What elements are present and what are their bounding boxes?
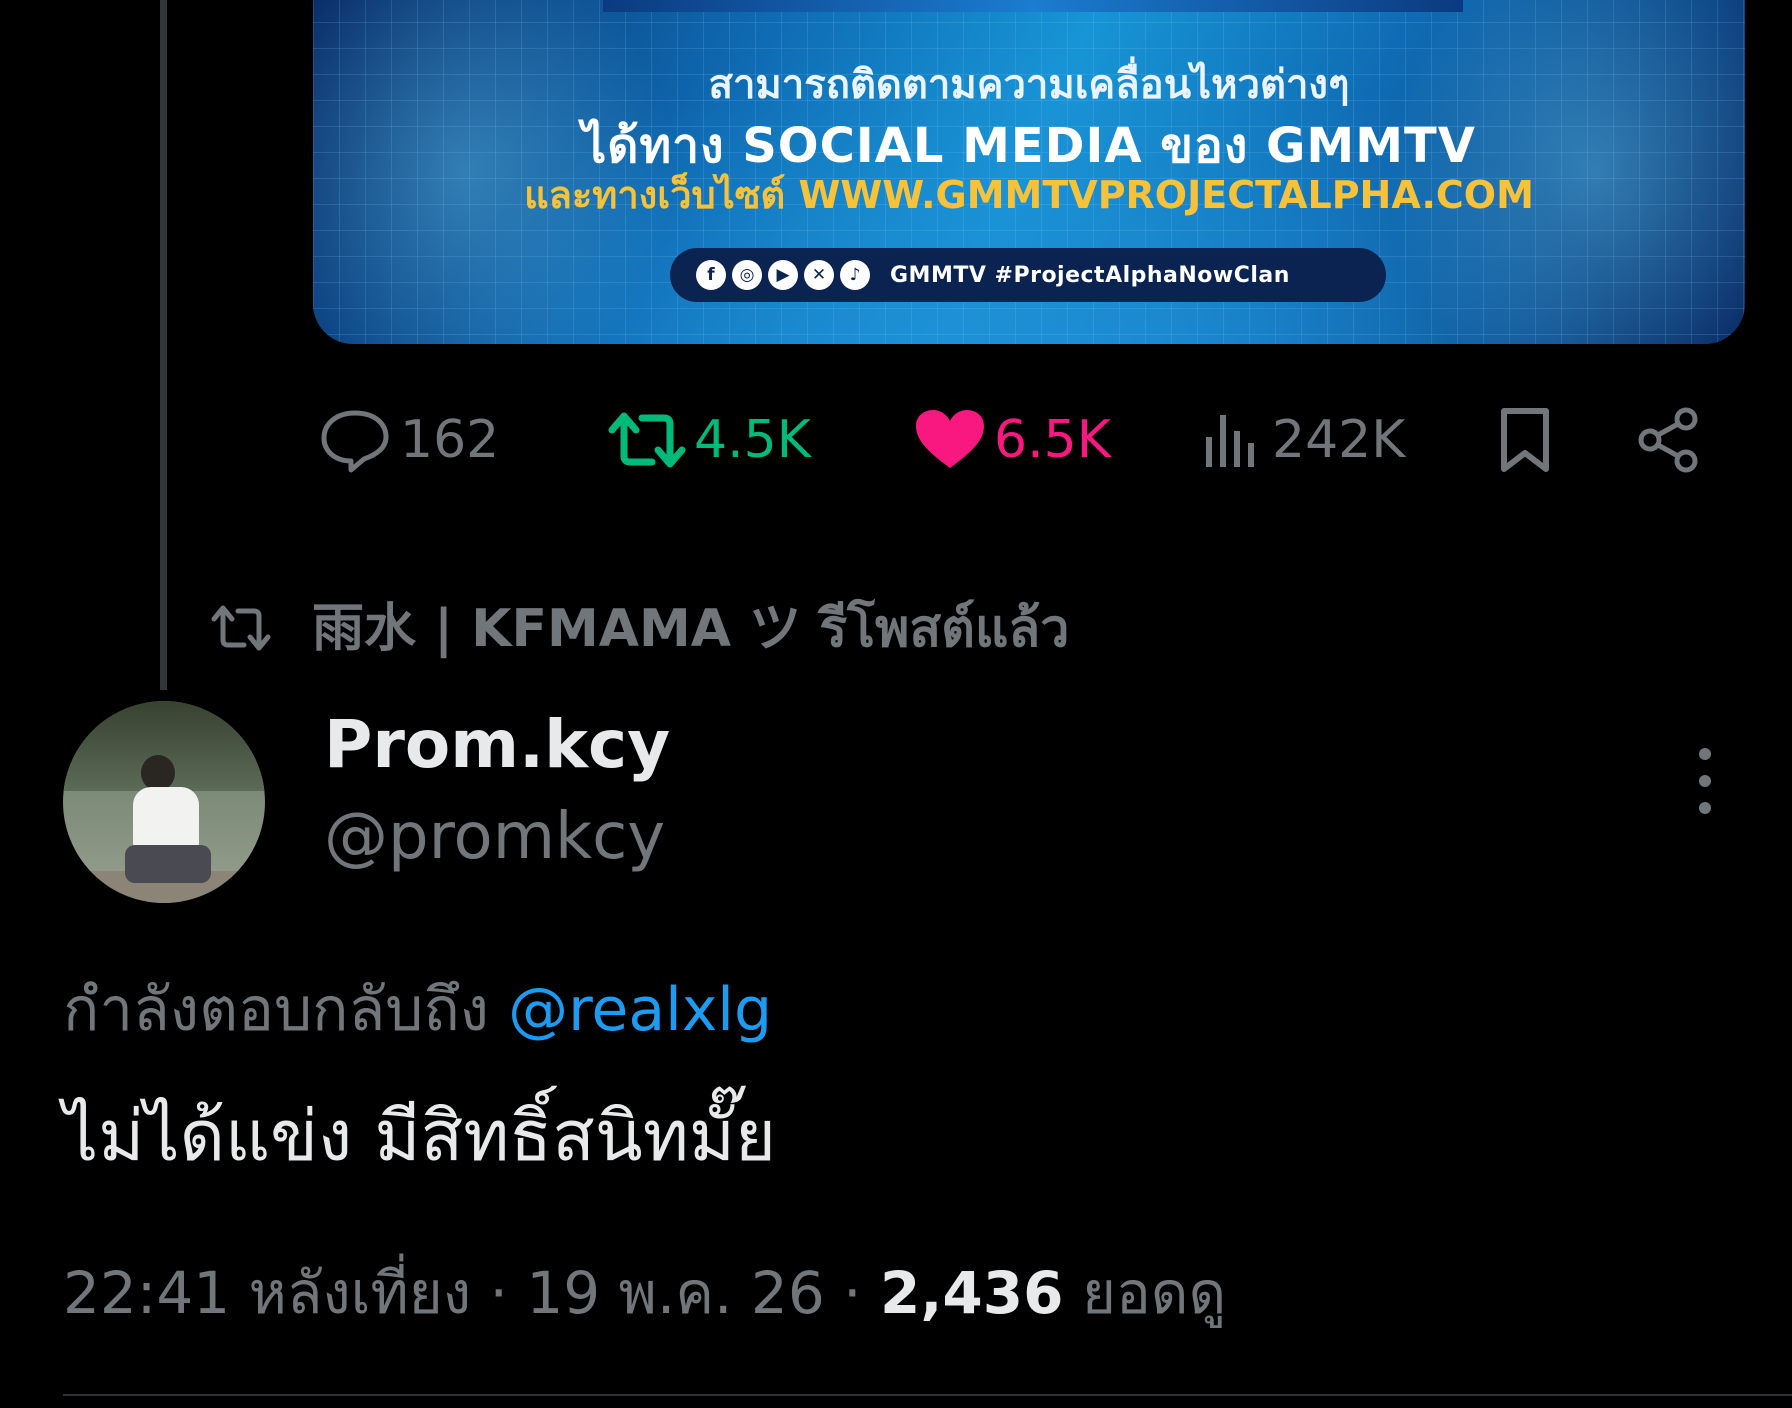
more-dot [1699,748,1711,760]
divider [63,1394,1792,1396]
tweet-view-label: ยอดดู [1081,1259,1227,1327]
views-count: 242K [1272,410,1406,470]
promo-hashtag: GMMTV #ProjectAlphaNowClan [890,262,1290,288]
promo-line-1: สามารถติดตามความเคลื่อนไหวต่างๆ [708,62,1350,108]
tweet-action-bar: 162 4.5K 6.5K 242K [318,400,1718,480]
display-name[interactable]: Prom.kcy [324,706,670,783]
retweet-count: 4.5K [694,410,811,470]
user-handle[interactable]: @promkcy [324,800,665,874]
views-icon [1206,415,1254,467]
bookmark-icon [1501,408,1549,472]
reply-icon [321,410,389,473]
reply-count: 162 [400,410,500,470]
more-options-icon[interactable] [1690,748,1720,814]
share-button[interactable] [1636,400,1702,480]
mention-link[interactable]: @realxlg [508,975,772,1045]
retweet-small-icon [211,605,271,650]
youtube-icon: ▶ [768,260,798,290]
instagram-icon: ◎ [732,260,762,290]
heart-icon [916,410,984,468]
thread-connector-line [160,0,167,690]
replying-prefix: กำลังตอบกลับถึง [63,975,489,1045]
more-dot [1699,775,1711,787]
avatar[interactable] [63,701,265,903]
tweet-text: ไม่ได้แข่ง มีสิทธิ์สนิทมั๊ย [63,1095,777,1177]
repost-label: 雨水 | KFMAMA ツ รีโพสต์แล้ว [312,599,1070,659]
promo-line-3: และทางเว็บไซต์ WWW.GMMTVPROJECTALPHA.COM [524,173,1534,217]
retweet-button[interactable]: 4.5K [608,400,811,480]
like-count: 6.5K [994,410,1111,470]
tiktok-icon: ♪ [840,260,870,290]
facebook-icon: f [696,260,726,290]
tweet-timestamp[interactable]: 22:41 หลังเที่ยง · 19 พ.ค. 26 · [63,1259,862,1327]
replying-to-line: กำลังตอบกลับถึง @realxlg [63,962,772,1057]
promo-top-bar [603,0,1463,12]
like-button[interactable]: 6.5K [914,400,1111,480]
x-icon: ✕ [804,260,834,290]
avatar-person-legs [125,845,211,883]
more-dot [1699,802,1711,814]
repost-indicator[interactable]: 雨水 | KFMAMA ツ รีโพสต์แล้ว [210,586,1069,669]
reply-button[interactable]: 162 [318,400,499,480]
tweet-meta: 22:41 หลังเที่ยง · 19 พ.ค. 26 · 2,436 ยอ… [63,1246,1226,1339]
promo-image[interactable]: สามารถติดตามความเคลื่อนไหวต่างๆ ได้ทาง S… [313,0,1745,344]
tweet-view-count: 2,436 [880,1259,1064,1327]
retweet-icon [608,412,686,468]
views-button[interactable]: 242K [1202,400,1405,480]
bookmark-button[interactable] [1496,400,1554,480]
avatar-person-body [133,787,199,851]
avatar-person-head [141,755,175,791]
promo-social-pill: f ◎ ▶ ✕ ♪ GMMTV #ProjectAlphaNowClan [670,248,1386,302]
share-icon [1638,407,1698,473]
